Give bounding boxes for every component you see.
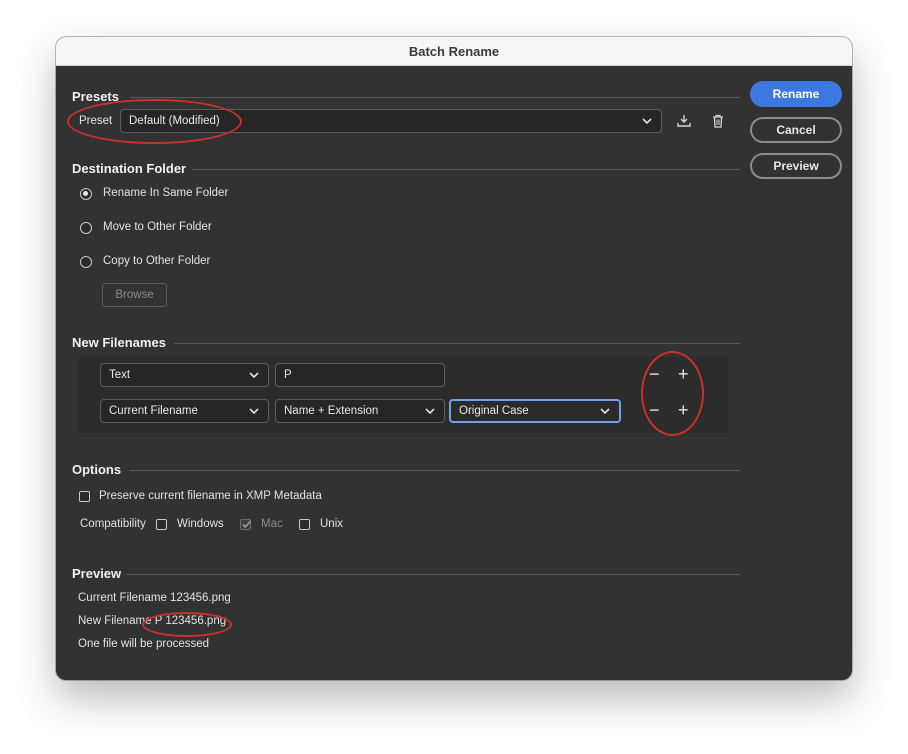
row1-remove-button[interactable]: −: [649, 364, 660, 385]
option-move-folder-label: Move to Other Folder: [103, 221, 212, 233]
chevron-down-icon: [425, 408, 435, 415]
mac-label: Mac: [261, 518, 283, 530]
destination-heading: Destination Folder: [72, 161, 187, 176]
new-filenames-heading: New Filenames: [72, 335, 166, 350]
option-same-folder-label: Rename In Same Folder: [103, 187, 229, 199]
presets-divider: [130, 97, 740, 98]
row1-text-value: P: [284, 369, 292, 381]
rename-button[interactable]: Rename: [750, 81, 842, 107]
row2-remove-button[interactable]: −: [649, 400, 660, 421]
save-preset-icon[interactable]: [676, 113, 692, 129]
preview-divider: [126, 574, 740, 575]
row1-type-value: Text: [109, 369, 131, 381]
chevron-down-icon: [600, 408, 610, 415]
radio-other-folder[interactable]: [80, 222, 92, 234]
presets-heading: Presets: [72, 89, 119, 104]
chevron-down-icon: [642, 118, 652, 125]
preset-label: Preset: [79, 115, 113, 127]
option-copy-folder-label: Copy to Other Folder: [103, 255, 211, 267]
windows-label: Windows: [177, 518, 224, 530]
row1-add-button[interactable]: +: [678, 364, 689, 385]
preserve-xmp-checkbox[interactable]: [79, 491, 90, 502]
compatibility-label: Compatibility: [80, 518, 146, 530]
row2-type-value: Current Filename: [109, 405, 198, 417]
options-heading: Options: [72, 462, 122, 477]
preset-select[interactable]: Default (Modified): [120, 109, 662, 133]
options-divider: [130, 470, 740, 471]
title-bar: Batch Rename: [56, 37, 852, 66]
unix-checkbox[interactable]: [299, 519, 310, 530]
cancel-button[interactable]: Cancel: [750, 117, 842, 143]
row2-option-value: Name + Extension: [284, 405, 379, 417]
checkmark-icon: [242, 520, 252, 529]
window-title: Batch Rename: [408, 43, 500, 59]
row1-text-input[interactable]: P: [275, 363, 445, 387]
new-filenames-divider: [174, 343, 740, 344]
row1-type-select[interactable]: Text: [100, 363, 269, 387]
row2-option-select[interactable]: Name + Extension: [275, 399, 445, 423]
preview-button[interactable]: Preview: [750, 153, 842, 179]
windows-checkbox[interactable]: [156, 519, 167, 530]
row2-add-button[interactable]: +: [678, 400, 689, 421]
preserve-xmp-label: Preserve current filename in XMP Metadat…: [99, 490, 322, 502]
new-filename-text: New Filename P 123456.png: [78, 615, 227, 627]
chevron-down-icon: [249, 408, 259, 415]
preview-heading: Preview: [72, 566, 122, 581]
radio-same-folder[interactable]: [80, 188, 92, 200]
preset-value: Default (Modified): [129, 115, 220, 127]
row2-type-select[interactable]: Current Filename: [100, 399, 269, 423]
current-filename-text: Current Filename 123456.png: [78, 592, 231, 604]
row2-case-select[interactable]: Original Case: [449, 399, 621, 423]
browse-button[interactable]: Browse: [102, 283, 167, 307]
radio-copy-folder[interactable]: [80, 256, 92, 268]
batch-rename-dialog: Batch Rename Rename Cancel Preview Prese…: [56, 37, 852, 680]
trash-icon[interactable]: [710, 113, 726, 129]
mac-checkbox: [240, 519, 252, 530]
chevron-down-icon: [249, 372, 259, 379]
row2-case-value: Original Case: [459, 405, 529, 417]
file-count-text: One file will be processed: [78, 638, 210, 650]
unix-label: Unix: [320, 518, 344, 530]
destination-divider: [192, 169, 740, 170]
